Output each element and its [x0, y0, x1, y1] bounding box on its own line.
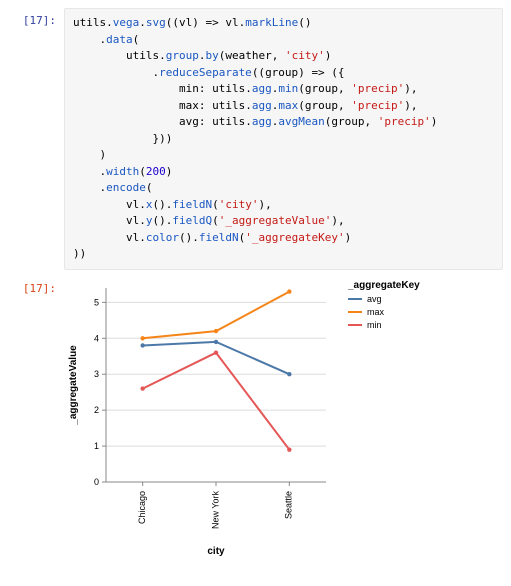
code-token: data [106, 33, 133, 46]
code-token: min [179, 82, 199, 95]
code-token: x [146, 198, 153, 211]
svg-text:1: 1 [94, 441, 99, 451]
code-token: vl [126, 214, 139, 227]
legend-item: avg [348, 294, 420, 304]
code-token: '_aggregateKey' [245, 231, 344, 244]
code-token: utils [73, 16, 106, 29]
output-cell: [17]: 0 1 2 3 4 5 Chicago New York Seattle _aggre… [8, 276, 503, 563]
code-token: group [166, 49, 199, 62]
code-token: fieldQ [172, 214, 212, 227]
legend-swatch [348, 324, 362, 326]
input-cell: [17]: utils.vega.svg((vl) => vl.markLine… [8, 8, 503, 270]
svg-text:5: 5 [94, 297, 99, 307]
code-token: max [278, 99, 298, 112]
code-token: vega [113, 16, 140, 29]
code-token: min [278, 82, 298, 95]
code-token: vl [225, 16, 238, 29]
chart-svg: 0 1 2 3 4 5 Chicago New York Seattle _aggregateVa… [64, 280, 334, 560]
code-token: 'precip' [378, 115, 431, 128]
svg-text:0: 0 [94, 477, 99, 487]
code-token: fieldN [172, 198, 212, 211]
code-token: svg [146, 16, 166, 29]
legend-item: min [348, 320, 420, 330]
code-token: '_aggregateValue' [219, 214, 332, 227]
code-token: markLine [245, 16, 298, 29]
svg-text:_aggregateValue: _aggregateValue [68, 344, 79, 425]
legend-label: max [367, 307, 384, 317]
output-area: 0 1 2 3 4 5 Chicago New York Seattle _aggregateVa… [64, 276, 503, 563]
legend-title: _aggregateKey [348, 280, 420, 291]
svg-text:New York: New York [210, 490, 220, 529]
code-token: utils [126, 49, 159, 62]
code-token: encode [106, 181, 146, 194]
code-token: y [146, 214, 153, 227]
legend-item: max [348, 307, 420, 317]
code-token: vl [179, 16, 192, 29]
code-token: vl [126, 198, 139, 211]
svg-text:Chicago: Chicago [137, 491, 147, 524]
code-token: reduceSeparate [159, 66, 252, 79]
legend-label: min [367, 320, 382, 330]
code-token: avg [179, 115, 199, 128]
chart-container: 0 1 2 3 4 5 Chicago New York Seattle _aggregateVa… [64, 280, 503, 563]
code-token: vl [126, 231, 139, 244]
code-token: color [146, 231, 179, 244]
code-token: 'precip' [351, 82, 404, 95]
code-token: by [205, 49, 218, 62]
code-token: group [331, 115, 364, 128]
code-token: agg [252, 99, 272, 112]
chart-legend: _aggregateKey avg max min [348, 280, 420, 330]
code-token: 200 [146, 165, 166, 178]
code-token: utils [212, 115, 245, 128]
code-token: weather [225, 49, 271, 62]
code-block[interactable]: utils.vega.svg((vl) => vl.markLine() .da… [64, 8, 503, 270]
code-token: group [265, 66, 298, 79]
code-token: width [106, 165, 139, 178]
legend-swatch [348, 311, 362, 313]
code-token: utils [212, 82, 245, 95]
code-token: avgMean [278, 115, 324, 128]
code-token: 'city' [285, 49, 325, 62]
code-token: utils [212, 99, 245, 112]
code-token: agg [252, 82, 272, 95]
code-token: fieldN [199, 231, 239, 244]
svg-text:3: 3 [94, 369, 99, 379]
svg-text:4: 4 [94, 333, 99, 343]
code-token: 'city' [219, 198, 259, 211]
legend-label: avg [367, 294, 382, 304]
output-prompt: [17]: [8, 276, 64, 295]
svg-text:Seattle: Seattle [284, 491, 294, 519]
code-token: agg [252, 115, 272, 128]
code-token: group [305, 82, 338, 95]
code-token: => [311, 66, 324, 79]
svg-text:city: city [207, 546, 225, 557]
svg-text:2: 2 [94, 405, 99, 415]
chart-plot: 0 1 2 3 4 5 Chicago New York Seattle _aggregateVa… [64, 280, 334, 563]
code-token: group [305, 99, 338, 112]
legend-swatch [348, 298, 362, 300]
code-token: max [179, 99, 199, 112]
code-token: 'precip' [351, 99, 404, 112]
input-prompt: [17]: [8, 8, 64, 27]
code-token: => [206, 16, 219, 29]
